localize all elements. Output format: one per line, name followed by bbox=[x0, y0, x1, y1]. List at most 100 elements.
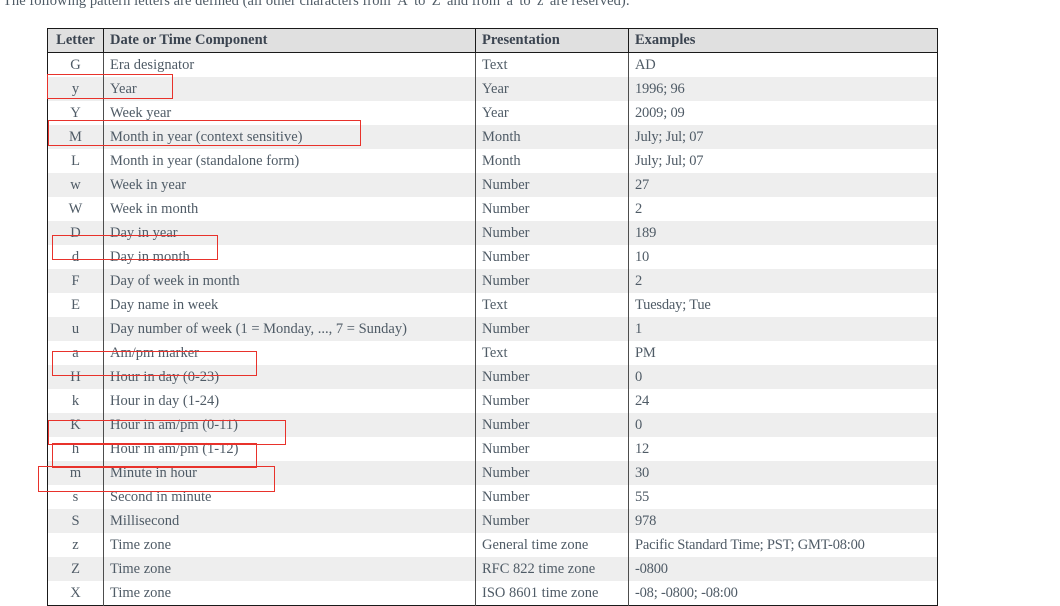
cell-presentation: Number bbox=[475, 365, 629, 389]
cell-component: Second in minute bbox=[103, 485, 476, 509]
cell-letter: L bbox=[47, 149, 104, 173]
cell-examples: 12 bbox=[628, 437, 938, 461]
column-header-component: Date or Time Component bbox=[103, 28, 476, 53]
table-row: d Day in month Number 10 bbox=[47, 245, 938, 269]
cell-presentation: Number bbox=[475, 509, 629, 533]
table-row: u Day number of week (1 = Monday, ..., 7 … bbox=[47, 317, 938, 341]
cell-presentation: Number bbox=[475, 461, 629, 485]
cell-letter: W bbox=[47, 197, 104, 221]
cell-examples: 0 bbox=[628, 413, 938, 437]
table-row: W Week in month Number 2 bbox=[47, 197, 938, 221]
table-body: G Era designator Text AD y Year Year 1996; 96 Y W… bbox=[47, 52, 938, 606]
table-row: K Hour in am/pm (0-11) Number 0 bbox=[47, 413, 938, 437]
column-header-presentation: Presentation bbox=[475, 28, 629, 53]
cell-letter: X bbox=[47, 581, 104, 606]
cell-presentation: Text bbox=[475, 341, 629, 365]
cell-letter: s bbox=[47, 485, 104, 509]
cell-letter: d bbox=[47, 245, 104, 269]
table-row: X Time zone ISO 8601 time zone -08; -0800; … bbox=[47, 581, 938, 606]
cell-component: Week year bbox=[103, 101, 476, 125]
table-row: F Day of week in month Number 2 bbox=[47, 269, 938, 293]
cell-letter: h bbox=[47, 437, 104, 461]
table-row: Z Time zone RFC 822 time zone -0800 bbox=[47, 557, 938, 581]
column-header-examples: Examples bbox=[628, 28, 938, 53]
cell-examples: 189 bbox=[628, 221, 938, 245]
cell-examples: July; Jul; 07 bbox=[628, 125, 938, 149]
cell-letter: M bbox=[47, 125, 104, 149]
cell-component: Week in year bbox=[103, 173, 476, 197]
cell-component: Day number of week (1 = Monday, ..., 7 =… bbox=[103, 317, 476, 341]
cell-examples: 2 bbox=[628, 269, 938, 293]
cell-presentation: Month bbox=[475, 125, 629, 149]
table-row: s Second in minute Number 55 bbox=[47, 485, 938, 509]
cell-letter: S bbox=[47, 509, 104, 533]
cell-letter: H bbox=[47, 365, 104, 389]
table-row: S Millisecond Number 978 bbox=[47, 509, 938, 533]
cell-examples: 2 bbox=[628, 197, 938, 221]
table-row: H Hour in day (0-23) Number 0 bbox=[47, 365, 938, 389]
table-row: a Am/pm marker Text PM bbox=[47, 341, 938, 365]
cell-letter: G bbox=[47, 52, 104, 77]
cell-examples: 55 bbox=[628, 485, 938, 509]
cell-letter: Y bbox=[47, 101, 104, 125]
cell-presentation: Number bbox=[475, 485, 629, 509]
cell-presentation: Number bbox=[475, 437, 629, 461]
table-row: L Month in year (standalone form) Month Jul… bbox=[47, 149, 938, 173]
cell-examples: -0800 bbox=[628, 557, 938, 581]
table-row: w Week in year Number 27 bbox=[47, 173, 938, 197]
cell-component: Minute in hour bbox=[103, 461, 476, 485]
cell-presentation: Month bbox=[475, 149, 629, 173]
cell-examples: July; Jul; 07 bbox=[628, 149, 938, 173]
cell-component: Day in year bbox=[103, 221, 476, 245]
table-row: D Day in year Number 189 bbox=[47, 221, 938, 245]
column-header-letter: Letter bbox=[47, 28, 104, 53]
cell-component: Time zone bbox=[103, 557, 476, 581]
cell-letter: D bbox=[47, 221, 104, 245]
cell-presentation: Number bbox=[475, 389, 629, 413]
table-row: E Day name in week Text Tuesday; Tue bbox=[47, 293, 938, 317]
cell-component: Hour in day (0-23) bbox=[103, 365, 476, 389]
cell-component: Month in year (standalone form) bbox=[103, 149, 476, 173]
cell-letter: m bbox=[47, 461, 104, 485]
table-row: M Month in year (context sensitive) Month J… bbox=[47, 125, 938, 149]
cell-component: Time zone bbox=[103, 533, 476, 557]
cell-letter: Z bbox=[47, 557, 104, 581]
cell-component: Day of week in month bbox=[103, 269, 476, 293]
cell-examples: Pacific Standard Time; PST; GMT-08:00 bbox=[628, 533, 938, 557]
cell-examples: 27 bbox=[628, 173, 938, 197]
cell-component: Day name in week bbox=[103, 293, 476, 317]
cell-presentation: Number bbox=[475, 197, 629, 221]
cell-letter: u bbox=[47, 317, 104, 341]
cell-presentation: Number bbox=[475, 269, 629, 293]
cell-presentation: Year bbox=[475, 101, 629, 125]
cell-presentation: Text bbox=[475, 293, 629, 317]
cell-examples: AD bbox=[628, 52, 938, 77]
cell-examples: 978 bbox=[628, 509, 938, 533]
cell-examples: PM bbox=[628, 341, 938, 365]
cell-component: Week in month bbox=[103, 197, 476, 221]
cell-letter: F bbox=[47, 269, 104, 293]
cell-examples: -08; -0800; -08:00 bbox=[628, 581, 938, 606]
cell-examples: 2009; 09 bbox=[628, 101, 938, 125]
cell-component: Day in month bbox=[103, 245, 476, 269]
cell-component: Hour in am/pm (1-12) bbox=[103, 437, 476, 461]
table-header-row: Letter Date or Time Component Presentati… bbox=[47, 28, 938, 53]
cell-presentation: General time zone bbox=[475, 533, 629, 557]
cell-letter: E bbox=[47, 293, 104, 317]
cell-presentation: Number bbox=[475, 173, 629, 197]
cell-examples: 10 bbox=[628, 245, 938, 269]
cell-component: Hour in am/pm (0-11) bbox=[103, 413, 476, 437]
cell-presentation: Number bbox=[475, 221, 629, 245]
table-row: k Hour in day (1-24) Number 24 bbox=[47, 389, 938, 413]
cell-component: Month in year (context sensitive) bbox=[103, 125, 476, 149]
table-row: Y Week year Year 2009; 09 bbox=[47, 101, 938, 125]
table-row: G Era designator Text AD bbox=[47, 52, 938, 77]
table-row: h Hour in am/pm (1-12) Number 12 bbox=[47, 437, 938, 461]
cell-examples: 0 bbox=[628, 365, 938, 389]
table-row: m Minute in hour Number 30 bbox=[47, 461, 938, 485]
cell-examples: 24 bbox=[628, 389, 938, 413]
intro-paragraph: The following pattern letters are define… bbox=[3, 0, 630, 9]
cell-examples: Tuesday; Tue bbox=[628, 293, 938, 317]
table-row: z Time zone General time zone Pacific Stand… bbox=[47, 533, 938, 557]
cell-component: Era designator bbox=[103, 52, 476, 77]
